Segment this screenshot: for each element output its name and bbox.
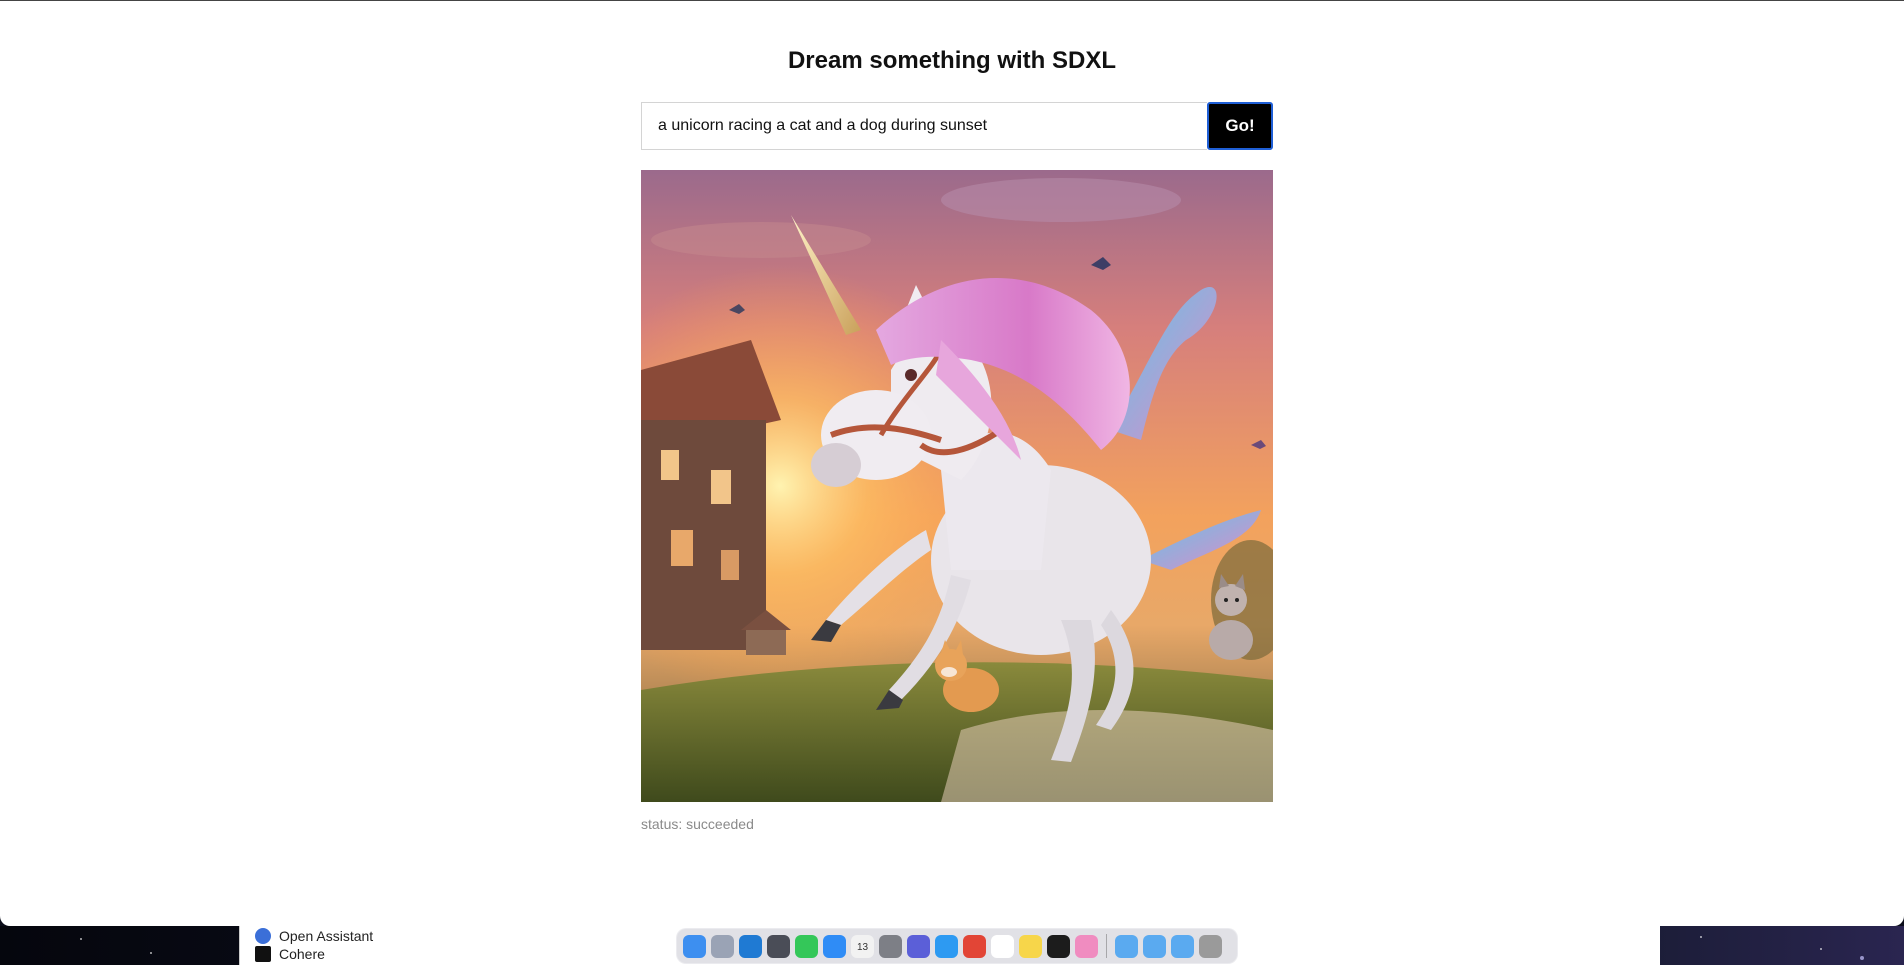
dock: 13 (676, 928, 1238, 964)
trash-icon[interactable] (1199, 934, 1222, 958)
sidebar-item-label: Open Assistant (279, 928, 374, 944)
cohere-icon (255, 946, 271, 962)
status-text: status: succeeded (641, 816, 754, 832)
system-settings-icon[interactable] (879, 934, 902, 958)
page-title: Dream something with SDXL (787, 47, 1117, 74)
safari-icon[interactable] (935, 934, 958, 958)
sidebar-item-label: Cohere (279, 946, 325, 962)
app-folder-icon[interactable] (1115, 934, 1138, 958)
sidebar-item-open-assistant[interactable]: Open Assistant (255, 928, 373, 944)
status-value: succeeded (686, 816, 754, 832)
prompt-form: Go! (641, 102, 1273, 150)
notes-icon[interactable] (1019, 934, 1042, 958)
launchpad-icon[interactable] (711, 934, 734, 958)
sidebar-item-cohere[interactable]: Cohere (255, 946, 325, 962)
prompt-input[interactable] (641, 102, 1208, 150)
dock-separator (1106, 934, 1107, 958)
downloads-folder-icon[interactable] (1171, 934, 1194, 958)
browser-page: Dream something with SDXL Go! (0, 0, 1904, 926)
chatgpt-icon[interactable] (767, 934, 790, 958)
status-label: status: (641, 816, 683, 832)
linear-icon[interactable] (907, 934, 930, 958)
generated-image (641, 170, 1273, 802)
pink-app-icon[interactable] (1075, 934, 1098, 958)
documents-folder-icon[interactable] (1143, 934, 1166, 958)
mail-icon[interactable] (823, 934, 846, 958)
vscode-icon[interactable] (739, 934, 762, 958)
terminal-icon[interactable] (1047, 934, 1070, 958)
calendar-day: 13 (856, 941, 869, 953)
notion-icon[interactable] (991, 934, 1014, 958)
finder-icon[interactable] (683, 934, 706, 958)
open-assistant-icon (255, 928, 271, 944)
messages-icon[interactable] (795, 934, 818, 958)
go-button[interactable]: Go! (1207, 102, 1273, 150)
chrome-icon[interactable] (963, 934, 986, 958)
calendar-icon[interactable]: 13 (851, 934, 874, 958)
